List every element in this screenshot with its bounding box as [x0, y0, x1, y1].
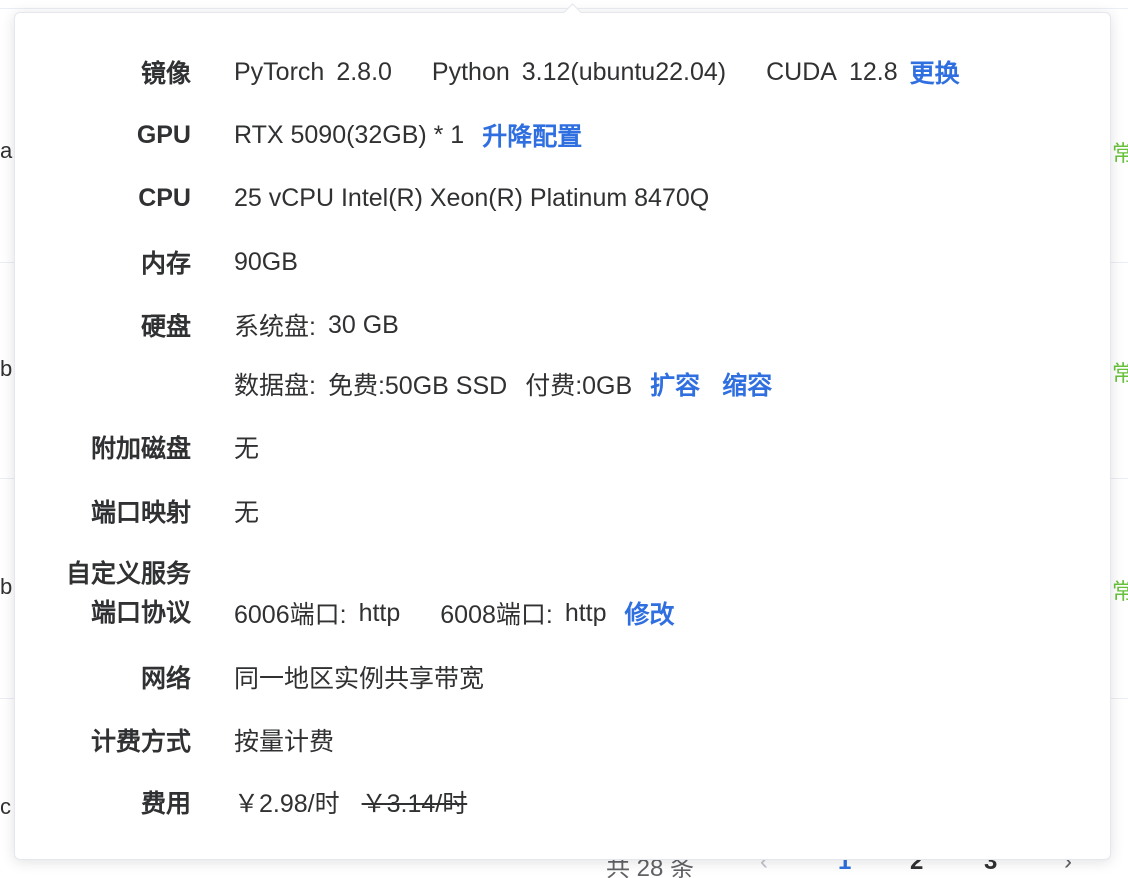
network-value: 同一地区实例共享带宽: [234, 665, 485, 693]
cost-row: 费用 ￥2.98/时 ￥3.14/时: [15, 782, 1110, 822]
gpu-value-group: RTX 5090(32GB) * 1 升降配置: [234, 117, 582, 153]
background-status-text: 常: [1112, 141, 1128, 166]
instance-detail-popover: 镜像 PyTorch 2.8.0 Python 3.12(ubuntu22.04…: [14, 3, 1111, 860]
port-mapping-value: 无: [234, 499, 260, 527]
extra-disk-row: 附加磁盘 无: [15, 427, 1110, 467]
edit-service-link[interactable]: 修改: [625, 595, 675, 631]
image-row: 镜像 PyTorch 2.8.0 Python 3.12(ubuntu22.04…: [15, 52, 1110, 92]
cuda-version: 12.8: [848, 57, 898, 86]
background-divider: [0, 8, 1128, 9]
gpu-value: RTX 5090(32GB) * 1: [234, 120, 465, 149]
disk-row: 硬盘 系统盘: 30 GB: [15, 305, 1110, 345]
billing-label: 计费方式: [90, 728, 191, 756]
current-price: ￥2.98/时: [234, 790, 340, 818]
framework-name: PyTorch: [234, 57, 325, 86]
memory-value: 90GB: [234, 247, 298, 276]
expand-disk-link[interactable]: 扩容: [650, 366, 700, 402]
cpu-value: 25 vCPU Intel(R) Xeon(R) Platinum 8470Q: [234, 183, 710, 212]
background-status-text: 常: [1112, 579, 1128, 604]
network-label: 网络: [140, 665, 191, 693]
original-price: ￥3.14/时: [361, 790, 468, 818]
gpu-label: GPU: [136, 120, 191, 149]
disk-label: 硬盘: [140, 313, 191, 341]
data-disk-row: 数据盘: 免费:50GB SSD 付费:0GB 扩容 缩容: [15, 364, 1110, 404]
custom-service-label-line2: 端口协议: [90, 599, 191, 627]
port-mapping-row: 端口映射 无: [15, 491, 1110, 531]
python-name: Python: [431, 57, 510, 86]
resize-config-link[interactable]: 升降配置: [482, 117, 582, 153]
data-disk: 数据盘: 免费:50GB SSD 付费:0GB 扩容 缩容: [234, 366, 772, 402]
image-label: 镜像: [140, 60, 191, 88]
background-row-text: a: [0, 138, 13, 163]
billing-row: 计费方式 按量计费: [15, 720, 1110, 760]
popover-arrow: [563, 3, 582, 22]
shrink-disk-link[interactable]: 缩容: [722, 366, 772, 402]
image-value: PyTorch 2.8.0 Python 3.12(ubuntu22.04) C…: [234, 54, 960, 90]
gpu-row: GPU RTX 5090(32GB) * 1 升降配置: [15, 115, 1110, 155]
framework-version: 2.8.0: [336, 57, 392, 86]
data-disk-free: 免费:50GB SSD: [327, 372, 508, 400]
background-status-text: 常: [1112, 361, 1128, 386]
cuda-name: CUDA: [766, 57, 837, 86]
network-row: 网络 同一地区实例共享带宽: [15, 657, 1110, 697]
data-disk-paid: 付费:0GB: [525, 372, 633, 400]
billing-value: 按量计费: [234, 728, 335, 756]
data-disk-label: 数据盘:: [234, 372, 316, 400]
system-disk: 系统盘: 30 GB: [234, 307, 399, 343]
port2-label: 6008端口:: [440, 601, 553, 629]
cost-value: ￥2.98/时 ￥3.14/时: [234, 784, 467, 820]
python-version: 3.12(ubuntu22.04): [521, 57, 727, 86]
background-row-text: b: [0, 356, 13, 381]
custom-service-label-line1: 自定义服务: [65, 560, 191, 588]
custom-service-label: 自定义服务 端口协议: [66, 555, 191, 633]
background-row-text: c: [0, 794, 11, 819]
port2-protocol: http: [564, 598, 607, 627]
cost-label: 费用: [140, 790, 191, 818]
cpu-row: CPU 25 vCPU Intel(R) Xeon(R) Platinum 84…: [15, 178, 1110, 218]
custom-service-row: 自定义服务 端口协议 6006端口: http 6008端口: http 修改: [15, 553, 1110, 633]
background-row-text: b: [0, 574, 13, 599]
port-mapping-label: 端口映射: [90, 499, 191, 527]
change-image-link[interactable]: 更换: [910, 54, 960, 90]
system-disk-value: 30 GB: [327, 310, 399, 339]
port1-label: 6006端口:: [234, 601, 347, 629]
extra-disk-label: 附加磁盘: [90, 435, 191, 463]
custom-service-value: 6006端口: http 6008端口: http 修改: [234, 595, 675, 631]
memory-label: 内存: [140, 250, 191, 278]
system-disk-label: 系统盘:: [234, 313, 316, 341]
cpu-label: CPU: [138, 183, 191, 212]
port1-protocol: http: [358, 598, 401, 627]
memory-row: 内存 90GB: [15, 242, 1110, 282]
extra-disk-value: 无: [234, 435, 260, 463]
